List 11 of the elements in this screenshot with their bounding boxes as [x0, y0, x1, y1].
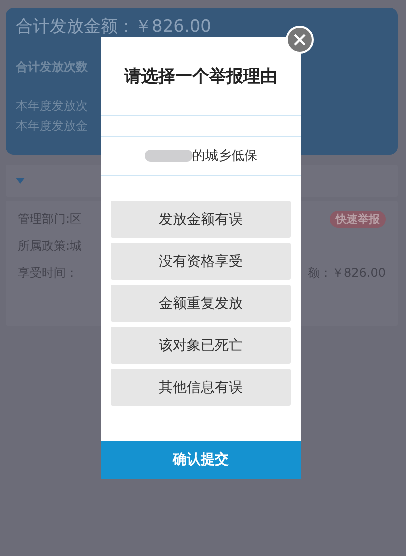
reason-button[interactable]: 没有资格享受 [111, 243, 291, 280]
year-count: 本年度发放次 [16, 98, 88, 115]
total-count: 合计发放次数 [16, 59, 88, 76]
total-amount: 合计发放金额：￥826.00 [16, 17, 212, 37]
subject-text: 的城乡低保 [192, 148, 258, 165]
reason-button[interactable]: 发放金额有误 [111, 201, 291, 238]
year-amount: 本年度发放金 [16, 118, 88, 135]
reason-button[interactable]: 金额重复发放 [111, 285, 291, 322]
reason-button[interactable]: 其他信息有误 [111, 369, 291, 406]
reason-button[interactable]: 该对象已死亡 [111, 327, 291, 364]
close-icon [294, 34, 306, 46]
